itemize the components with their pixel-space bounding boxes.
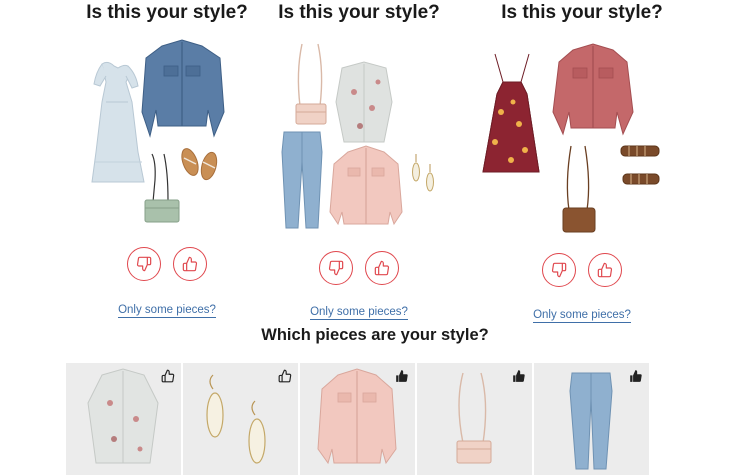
thumbs-up-icon [182,256,198,272]
kimono-illustration [335,61,393,143]
thumbs-up-filled-icon[interactable] [395,369,409,383]
piece-tile-kimono[interactable] [66,363,181,475]
thumbs-up-icon[interactable] [161,369,175,383]
card-title: Is this your style? [501,2,663,23]
only-some-pieces-link[interactable]: Only some pieces? [533,309,631,323]
dress-illustration [91,61,145,183]
thumbs-up-filled-icon[interactable] [629,369,643,383]
jacket-illustration [141,39,225,138]
piece-tile-bag[interactable] [417,363,532,475]
piece-tile-jeans[interactable] [534,363,649,475]
card-title: Is this your style? [278,2,440,23]
thumbs-up-filled-icon[interactable] [512,369,526,383]
like-button[interactable] [588,253,622,287]
bag-illustration [562,145,596,233]
thumbs-up-icon [374,260,390,276]
dislike-button[interactable] [542,253,576,287]
dislike-button[interactable] [127,247,161,281]
jacket-illustration [329,145,403,226]
pieces-section-title: Which pieces are your style? [261,326,489,344]
thumbs-down-icon [551,262,567,278]
thumbs-up-icon[interactable] [278,369,292,383]
thumbs-up-icon [597,262,613,278]
outfit-image-2 [281,43,434,229]
only-some-pieces-link[interactable]: Only some pieces? [118,304,216,318]
sandals-illustration [620,145,660,185]
jacket-illustration [552,43,634,136]
vote-row [467,253,697,287]
bag-illustration [144,153,180,223]
bag-illustration [295,43,327,125]
like-button[interactable] [173,247,207,281]
thumbs-down-icon [136,256,152,272]
dislike-button[interactable] [319,251,353,285]
outfit-card-2: Is this your style? Only some pieces? [244,0,474,330]
thumbs-down-icon [328,260,344,276]
vote-row [244,251,474,285]
some-pieces-link-wrap: Only some pieces? [467,305,697,323]
jeans-illustration [281,131,323,229]
some-pieces-link-wrap: Only some pieces? [244,302,474,320]
outfit-card-3: Is this your style? Only some pieces? [467,0,697,330]
sandals-illustration [181,148,218,181]
piece-tile-jacket[interactable] [300,363,415,475]
earrings-illustration [412,154,434,192]
only-some-pieces-link[interactable]: Only some pieces? [310,306,408,320]
piece-tile-earrings[interactable] [183,363,298,475]
like-button[interactable] [365,251,399,285]
dress-illustration [482,53,540,173]
pieces-row [66,363,649,475]
outfit-image-3 [482,43,660,233]
